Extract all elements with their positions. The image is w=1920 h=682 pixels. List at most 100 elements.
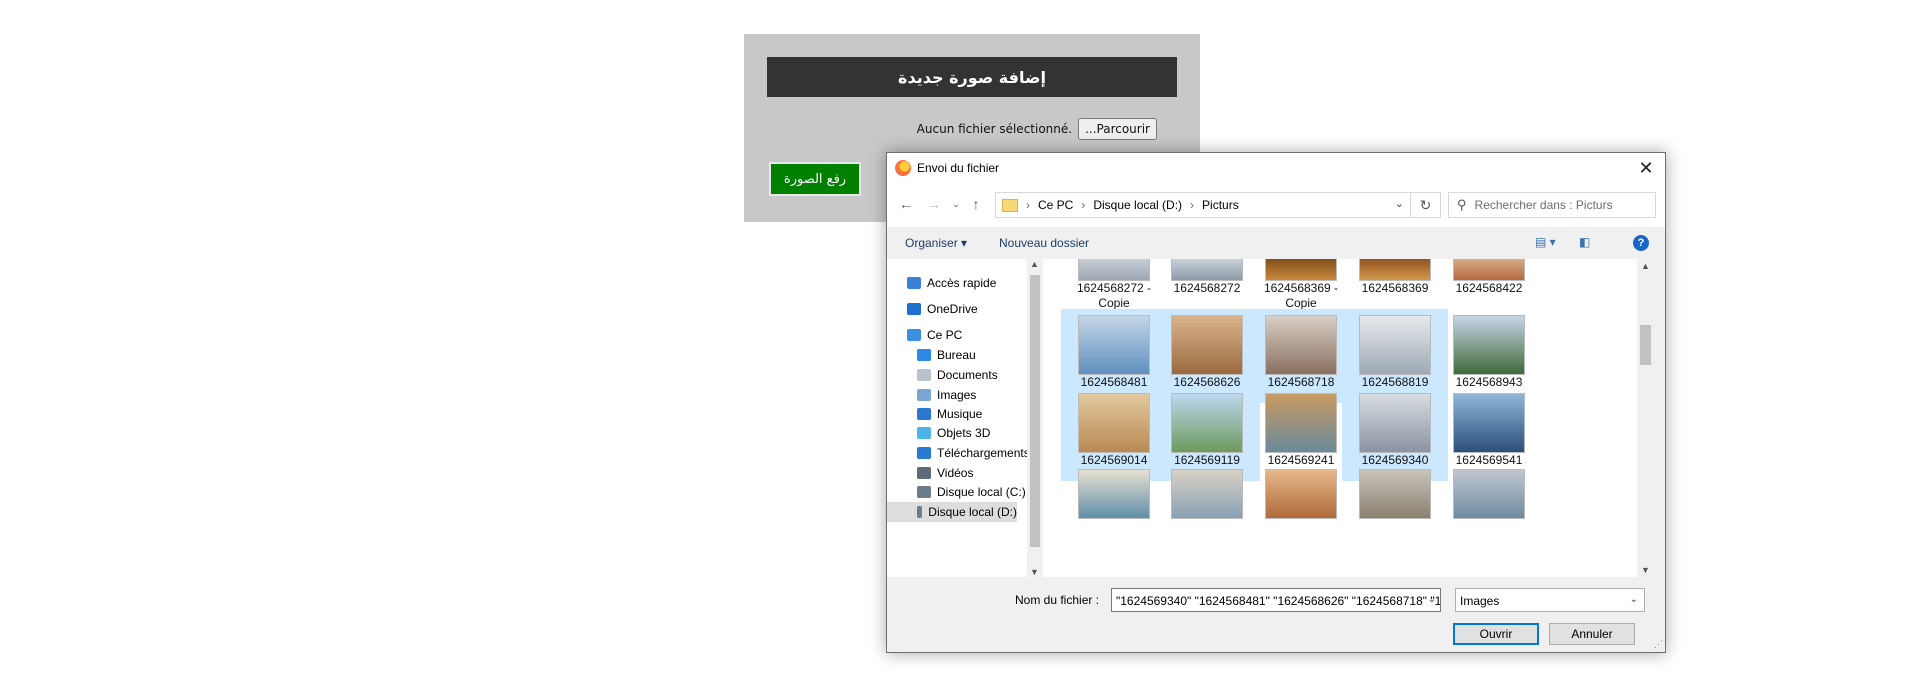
forward-arrow-icon[interactable]: →: [923, 193, 945, 215]
nav-item[interactable]: OneDrive: [907, 299, 978, 319]
address-bar[interactable]: › Ce PC › Disque local (D:) › Picturs ⌄: [995, 192, 1411, 218]
image-thumbnail: [1453, 315, 1525, 375]
file-name: 1624568272 - Copie: [1076, 281, 1152, 310]
up-arrow-icon[interactable]: ↑: [965, 193, 987, 215]
nav-item[interactable]: Objets 3D: [917, 423, 990, 443]
images-icon: [917, 389, 931, 401]
filetype-select[interactable]: Images ⌄: [1455, 588, 1645, 612]
form-title: إضافة صورة جديدة: [767, 57, 1177, 97]
cube-icon: [917, 427, 931, 439]
new-folder-button[interactable]: Nouveau dossier: [999, 236, 1089, 250]
firefox-icon: [895, 160, 911, 176]
nav-item[interactable]: Disque local (D:): [887, 502, 1017, 522]
breadcrumb-item[interactable]: Picturs: [1202, 198, 1239, 212]
nav-item-label: Objets 3D: [937, 426, 991, 440]
dialog-titlebar[interactable]: Envoi du fichier ✕: [887, 153, 1665, 183]
file-tile[interactable]: [1061, 465, 1167, 543]
scrollbar-thumb[interactable]: [1030, 275, 1040, 547]
nav-scrollbar[interactable]: ▲ ▼: [1027, 259, 1043, 577]
file-tile[interactable]: 1624568272 - Copie: [1061, 259, 1167, 311]
nav-item-label: Ce PC: [927, 328, 963, 342]
file-tile[interactable]: [1342, 465, 1448, 543]
nav-item[interactable]: Images: [917, 385, 976, 405]
back-arrow-icon[interactable]: ←: [895, 193, 917, 215]
filename-field[interactable]: "1624569340" "1624568481" "1624568626" "…: [1111, 588, 1441, 612]
documents-icon: [917, 369, 931, 381]
filename-value: "1624569340" "1624568481" "1624568626" "…: [1116, 594, 1441, 608]
upload-button[interactable]: رفع الصورة: [769, 162, 861, 196]
file-status-text: Aucun fichier sélectionné.: [916, 122, 1073, 136]
search-icon: ⚲: [1457, 197, 1467, 212]
image-thumbnail: [1265, 393, 1337, 453]
cloud-icon: [907, 303, 921, 315]
chevron-down-icon[interactable]: ⌄: [1428, 594, 1436, 605]
help-icon[interactable]: ?: [1633, 235, 1649, 251]
cancel-button[interactable]: Annuler: [1549, 623, 1635, 645]
file-tile[interactable]: 1624568369 - Copie: [1248, 259, 1354, 311]
nav-item[interactable]: Vidéos: [917, 463, 973, 483]
browse-button[interactable]: ...Parcourir: [1078, 118, 1157, 140]
nav-item[interactable]: Bureau: [917, 345, 976, 365]
file-grid: 1624568272 - Copie 1624568272 1624568369 -…: [1043, 259, 1637, 577]
image-thumbnail: [1359, 393, 1431, 453]
close-icon[interactable]: ✕: [1635, 157, 1657, 179]
scroll-down-icon[interactable]: ▼: [1030, 567, 1039, 577]
nav-item-label: Accès rapide: [927, 276, 997, 290]
view-options-icon[interactable]: ▤ ▾: [1535, 235, 1556, 249]
file-tile[interactable]: 1624568369: [1342, 259, 1448, 311]
scrollbar-thumb[interactable]: [1640, 325, 1651, 365]
file-upload-dialog: Envoi du fichier ✕ ← → ⌄ ↑ › Ce PC › Dis…: [886, 152, 1666, 653]
scroll-up-icon[interactable]: ▲: [1641, 261, 1650, 271]
file-tile[interactable]: 1624568272: [1154, 259, 1260, 311]
organize-menu[interactable]: Organiser ▾: [905, 236, 967, 250]
chevron-down-icon: ⌄: [1629, 594, 1638, 605]
nav-item[interactable]: Accès rapide: [907, 273, 996, 293]
breadcrumb-item[interactable]: Disque local (D:): [1093, 198, 1182, 212]
breadcrumb-separator: ›: [1081, 198, 1086, 212]
nav-item[interactable]: Documents: [917, 365, 998, 385]
image-thumbnail: [1078, 315, 1150, 375]
breadcrumb-item[interactable]: Ce PC: [1038, 198, 1073, 212]
folder-icon: [1002, 198, 1018, 212]
preview-pane-icon[interactable]: ◧: [1579, 235, 1590, 249]
image-thumbnail: [1171, 315, 1243, 375]
nav-item[interactable]: Ce PC: [907, 325, 962, 345]
scroll-down-icon[interactable]: ▼: [1641, 565, 1650, 575]
nav-item[interactable]: Téléchargements: [917, 443, 1027, 463]
recent-dropdown-icon[interactable]: ⌄: [945, 193, 967, 215]
chevron-down-icon: ▾: [961, 236, 968, 250]
file-tile[interactable]: 1624568422: [1436, 259, 1542, 311]
chevron-down-icon[interactable]: ⌄: [1395, 197, 1404, 210]
resize-grip-icon[interactable]: ⋰: [1654, 639, 1663, 650]
computer-icon: [907, 329, 921, 341]
file-tile[interactable]: [1248, 465, 1354, 543]
music-icon: [917, 408, 931, 420]
nav-item-label: Documents: [937, 368, 998, 382]
file-name: 1624568369: [1361, 281, 1429, 295]
breadcrumb-separator: ›: [1190, 198, 1195, 212]
image-thumbnail: [1171, 469, 1243, 519]
file-tile[interactable]: [1436, 465, 1542, 543]
nav-item-label: OneDrive: [927, 302, 978, 316]
refresh-icon[interactable]: ↻: [1411, 192, 1441, 218]
dialog-footer: Nom du fichier : "1624569340" "162456848…: [887, 577, 1665, 652]
search-input[interactable]: ⚲ Rechercher dans : Picturs: [1448, 192, 1656, 218]
image-thumbnail: [1171, 259, 1243, 281]
nav-item[interactable]: Disque local (C:): [917, 482, 1026, 502]
image-thumbnail: [1453, 469, 1525, 519]
navigation-pane: Accès rapide OneDrive Ce PC Bureau Documents…: [887, 259, 1027, 577]
file-input-row[interactable]: Aucun fichier sélectionné. ...Parcourir: [917, 118, 1157, 140]
scroll-up-icon[interactable]: ▲: [1030, 259, 1039, 269]
search-placeholder: Rechercher dans : Picturs: [1474, 198, 1613, 212]
nav-item[interactable]: Musique: [917, 404, 982, 424]
file-tile[interactable]: [1154, 465, 1260, 543]
nav-item-label: Musique: [937, 407, 983, 421]
image-thumbnail: [1359, 315, 1431, 375]
organize-label: Organiser: [905, 236, 958, 250]
open-button[interactable]: Ouvrir: [1453, 623, 1539, 645]
video-icon: [917, 467, 931, 479]
command-toolbar: Organiser ▾ Nouveau dossier ▤ ▾ ◧ ?: [887, 227, 1665, 259]
file-name: 1624568422: [1455, 281, 1523, 295]
filename-label: Nom du fichier :: [1015, 593, 1100, 607]
file-scrollbar[interactable]: ▲ ▼: [1637, 259, 1654, 577]
